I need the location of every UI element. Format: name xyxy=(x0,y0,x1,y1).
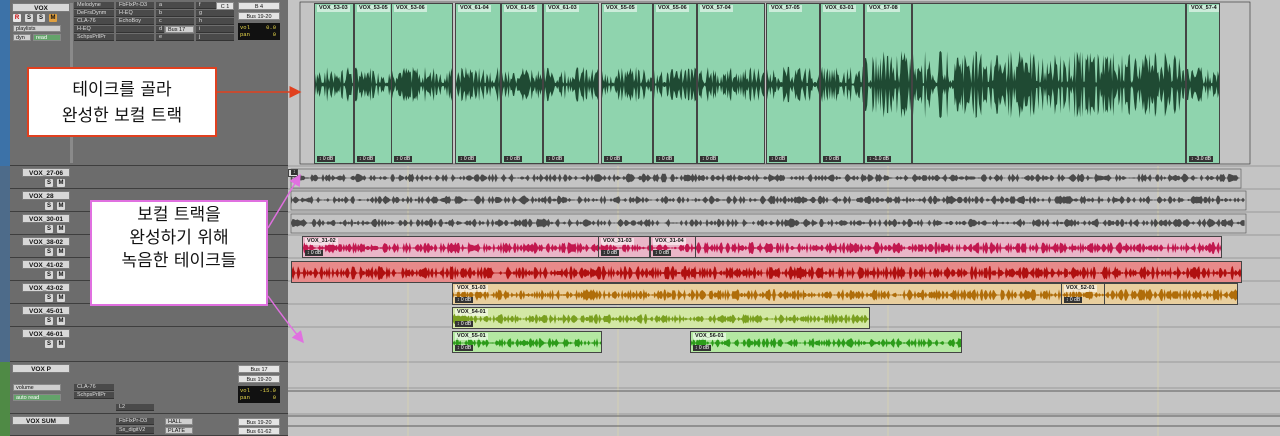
callout-arrows xyxy=(217,86,304,344)
arrow-to-take-bottom xyxy=(267,295,304,344)
arrow-to-take-top xyxy=(267,173,301,229)
